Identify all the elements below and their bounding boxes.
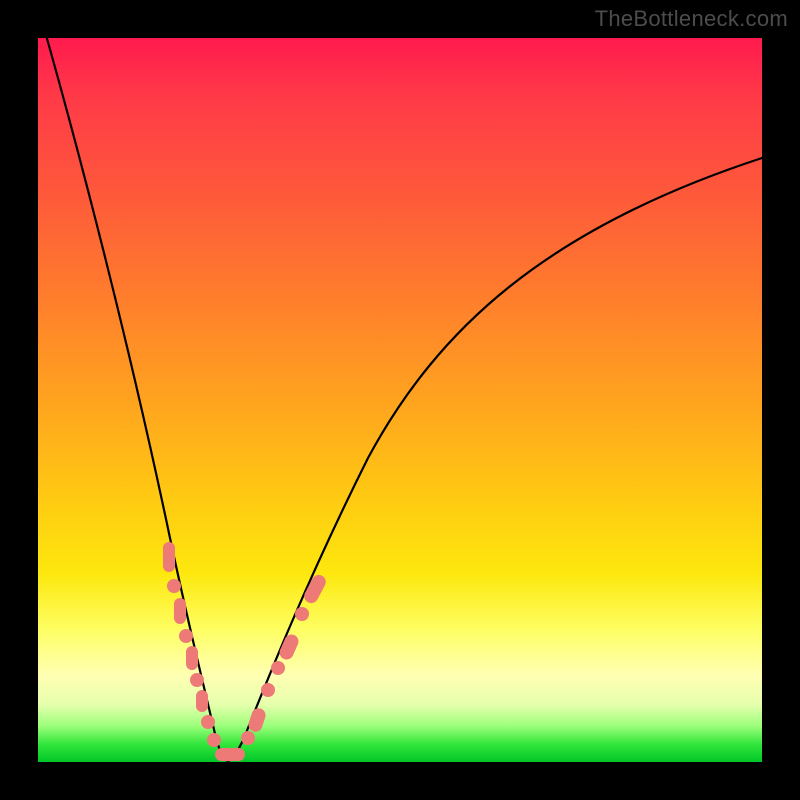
data-bead (207, 733, 221, 747)
curve-layer (38, 38, 762, 762)
data-bead (167, 579, 181, 593)
data-bead (201, 715, 215, 729)
data-bead (186, 646, 198, 670)
data-bead (196, 690, 208, 712)
data-bead (261, 683, 275, 697)
watermark-text: TheBottleneck.com (595, 6, 788, 32)
data-bead (174, 598, 186, 624)
data-bead (190, 673, 204, 687)
data-bead (247, 706, 268, 733)
data-bead (163, 542, 175, 572)
data-bead (179, 629, 193, 643)
bottleneck-curve (44, 28, 762, 761)
chart-frame: TheBottleneck.com (0, 0, 800, 800)
data-bead (215, 748, 245, 761)
plot-area (38, 38, 762, 762)
data-bead (295, 607, 309, 621)
data-bead (271, 661, 285, 675)
data-bead (241, 731, 255, 745)
